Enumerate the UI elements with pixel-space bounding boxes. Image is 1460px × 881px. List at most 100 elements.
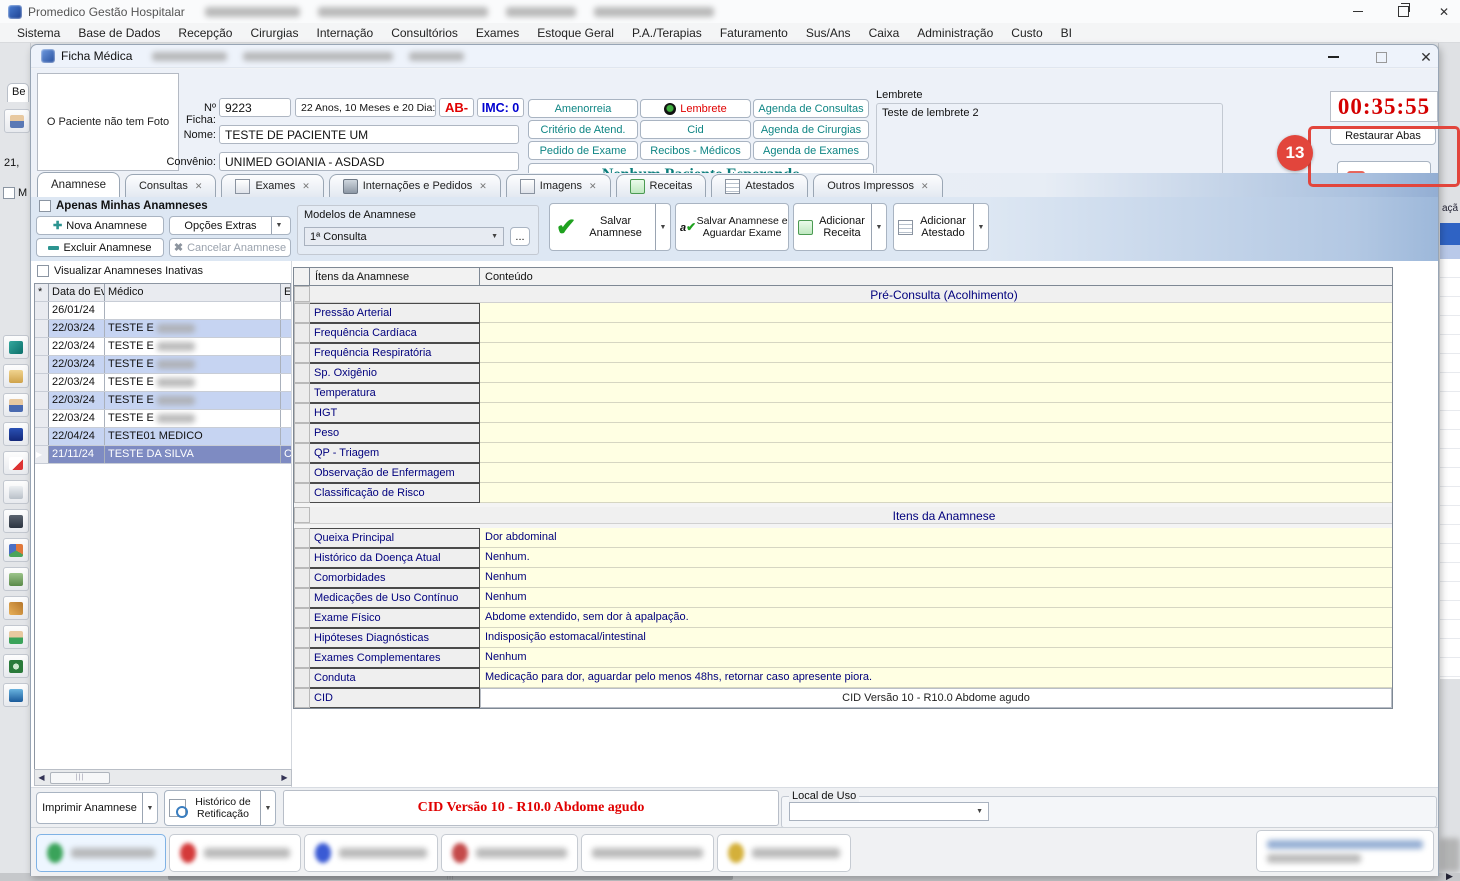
tab-receitas[interactable]: Receitas bbox=[616, 174, 707, 197]
dropdown-arrow-icon[interactable]: ▼ bbox=[142, 793, 157, 823]
main-restore-button[interactable] bbox=[1385, 0, 1421, 23]
dropdown-arrow-icon[interactable]: ▼ bbox=[271, 217, 286, 234]
tab-close-icon[interactable]: ✕ bbox=[479, 181, 487, 192]
scrollbar-thumb[interactable]: ||| bbox=[50, 772, 110, 784]
dialog-maximize-button[interactable] bbox=[1364, 47, 1398, 67]
modelos-combo[interactable]: 1ª Consulta▼ bbox=[304, 227, 504, 246]
item-content[interactable]: Indisposição estomacal/intestinal bbox=[480, 628, 1392, 648]
tab-exames[interactable]: Exames✕ bbox=[221, 174, 323, 197]
item-content[interactable] bbox=[480, 443, 1392, 463]
patient-name-field[interactable]: TESTE DE PACIENTE UM bbox=[219, 125, 519, 144]
menu-item-caixa[interactable]: Caixa bbox=[860, 24, 909, 42]
history-row[interactable]: 22/04/24TESTE01 MEDICO bbox=[35, 428, 291, 446]
menu-item-administra-o[interactable]: Administração bbox=[908, 24, 1002, 42]
quick-button-crit-rio-de-atend-[interactable]: Critério de Atend. bbox=[528, 120, 638, 139]
history-row[interactable]: 22/03/24TESTE E bbox=[35, 374, 291, 392]
item-content[interactable] bbox=[480, 303, 1392, 323]
item-content[interactable]: Dor abdominal bbox=[480, 528, 1392, 548]
taskbar-button[interactable] bbox=[36, 834, 166, 872]
item-content[interactable]: Nenhum bbox=[480, 568, 1392, 588]
historico-retificacao-button[interactable]: Histórico de Retificação ▼ bbox=[164, 790, 276, 826]
quick-button-lembrete[interactable]: Lembrete bbox=[640, 99, 751, 118]
history-hscrollbar[interactable]: ◀ ||| ▶ bbox=[34, 769, 292, 786]
imprimir-anamnese-button[interactable]: Imprimir Anamnese ▼ bbox=[36, 792, 158, 824]
quick-button-cid[interactable]: Cid bbox=[640, 120, 751, 139]
apenas-minhas-checkbox[interactable]: Apenas Minhas Anamneses bbox=[39, 200, 208, 212]
tab-close-icon[interactable]: ✕ bbox=[195, 181, 203, 192]
main-close-button[interactable]: ✕ bbox=[1428, 0, 1460, 23]
cancelar-anamnese-button[interactable]: ✖Cancelar Anamnese bbox=[169, 238, 291, 257]
local-de-uso-combo[interactable]: ▼ bbox=[789, 802, 989, 821]
taskbar-button[interactable] bbox=[717, 834, 851, 872]
opcoes-extras-button[interactable]: Opções Extras▼ bbox=[169, 216, 291, 235]
grid-content-header[interactable]: Conteúdo bbox=[480, 268, 1392, 285]
item-content[interactable] bbox=[480, 343, 1392, 363]
modelos-more-button[interactable]: ... bbox=[510, 227, 530, 246]
tab-close-icon[interactable]: ✕ bbox=[921, 181, 929, 192]
tab-consultas[interactable]: Consultas✕ bbox=[125, 174, 216, 197]
menu-item-custo[interactable]: Custo bbox=[1002, 24, 1051, 42]
adicionar-atestado-button[interactable]: Adicionar Atestado ▼ bbox=[893, 203, 989, 251]
item-content[interactable]: Nenhum bbox=[480, 588, 1392, 608]
tab-anamnese[interactable]: Anamnese bbox=[37, 172, 120, 197]
tab-outros-impressos[interactable]: Outros Impressos✕ bbox=[813, 174, 942, 197]
history-row[interactable]: 22/03/24TESTE E bbox=[35, 392, 291, 410]
history-row[interactable]: 22/03/24TESTE E bbox=[35, 320, 291, 338]
history-row[interactable]: 26/01/24 bbox=[35, 302, 291, 320]
dropdown-arrow-icon[interactable]: ▼ bbox=[973, 204, 988, 250]
item-content[interactable] bbox=[480, 463, 1392, 483]
item-content[interactable]: Nenhum bbox=[480, 648, 1392, 668]
item-content[interactable] bbox=[480, 363, 1392, 383]
nova-anamnese-button[interactable]: ✚Nova Anamnese bbox=[36, 216, 164, 235]
item-content[interactable]: Medicação para dor, aguardar pelo menos … bbox=[480, 668, 1392, 688]
history-row[interactable]: ▶21/11/24TESTE DA SILVACLI bbox=[35, 446, 291, 464]
menu-item-estoque-geral[interactable]: Estoque Geral bbox=[528, 24, 623, 42]
item-content[interactable] bbox=[480, 403, 1392, 423]
taskbar-button[interactable] bbox=[304, 834, 438, 872]
visualizar-inativas-checkbox[interactable]: Visualizar Anamneses Inativas bbox=[37, 265, 203, 277]
item-content[interactable] bbox=[480, 423, 1392, 443]
scroll-left-arrow[interactable]: ◀ bbox=[35, 773, 48, 782]
dropdown-arrow-icon[interactable]: ▼ bbox=[655, 204, 670, 250]
taskbar-button[interactable] bbox=[441, 834, 578, 872]
history-column-esp[interactable]: Esp bbox=[281, 284, 291, 301]
dialog-minimize-button[interactable] bbox=[1316, 47, 1350, 67]
main-minimize-button[interactable] bbox=[1340, 0, 1376, 23]
menu-item-bi[interactable]: BI bbox=[1052, 24, 1081, 42]
menu-item-exames[interactable]: Exames bbox=[467, 24, 528, 42]
ficha-number-field[interactable]: 9223 bbox=[219, 98, 291, 117]
menu-item-base-de-dados[interactable]: Base de Dados bbox=[69, 24, 169, 42]
tab-interna-es-e-pedidos[interactable]: Internações e Pedidos✕ bbox=[329, 174, 501, 197]
menu-item-interna-o[interactable]: Internação bbox=[307, 24, 382, 42]
tab-atestados[interactable]: Atestados bbox=[711, 174, 808, 197]
dialog-close-button[interactable]: ✕ bbox=[1409, 47, 1443, 67]
menu-item-p-a-terapias[interactable]: P.A./Terapias bbox=[623, 24, 711, 42]
history-row[interactable]: 22/03/24TESTE E bbox=[35, 338, 291, 356]
menu-item-sus-ans[interactable]: Sus/Ans bbox=[797, 24, 860, 42]
menu-item-faturamento[interactable]: Faturamento bbox=[711, 24, 797, 42]
history-row[interactable]: 22/03/24TESTE E bbox=[35, 356, 291, 374]
quick-button-agenda-de-consultas[interactable]: Agenda de Consultas bbox=[753, 99, 869, 118]
taskbar-button[interactable] bbox=[581, 834, 714, 872]
quick-button-recibos-m-dicos[interactable]: Recibos - Médicos bbox=[640, 141, 751, 160]
item-content[interactable]: Nenhum. bbox=[480, 548, 1392, 568]
taskbar-button[interactable] bbox=[169, 834, 301, 872]
excluir-anamnese-button[interactable]: Excluir Anamnese bbox=[36, 238, 164, 257]
history-column-data-do-ev[interactable]: Data do Ev bbox=[49, 284, 105, 301]
dropdown-arrow-icon[interactable]: ▼ bbox=[260, 791, 275, 825]
quick-button-agenda-de-exames[interactable]: Agenda de Exames bbox=[753, 141, 869, 160]
item-content[interactable]: CID Versão 10 - R10.0 Abdome agudo bbox=[480, 688, 1392, 708]
grid-items-header[interactable]: Ítens da Anamnese bbox=[310, 268, 480, 285]
quick-button-amenorreia[interactable]: Amenorreia bbox=[528, 99, 638, 118]
tab-close-icon[interactable]: ✕ bbox=[302, 181, 310, 192]
salvar-aguardar-exame-button[interactable]: a✔ Salvar Anamnese e Aguardar Exame bbox=[675, 203, 789, 251]
item-content[interactable]: Abdome extendido, sem dor à apalpação. bbox=[480, 608, 1392, 628]
item-content[interactable] bbox=[480, 383, 1392, 403]
dropdown-arrow-icon[interactable]: ▼ bbox=[871, 204, 886, 250]
history-column-m-dico[interactable]: Médico bbox=[105, 284, 281, 301]
adicionar-receita-button[interactable]: Adicionar Receita ▼ bbox=[793, 203, 887, 251]
item-content[interactable] bbox=[480, 483, 1392, 503]
menu-item-sistema[interactable]: Sistema bbox=[8, 24, 69, 42]
item-content[interactable] bbox=[480, 323, 1392, 343]
scroll-right-arrow[interactable]: ▶ bbox=[1446, 871, 1453, 881]
